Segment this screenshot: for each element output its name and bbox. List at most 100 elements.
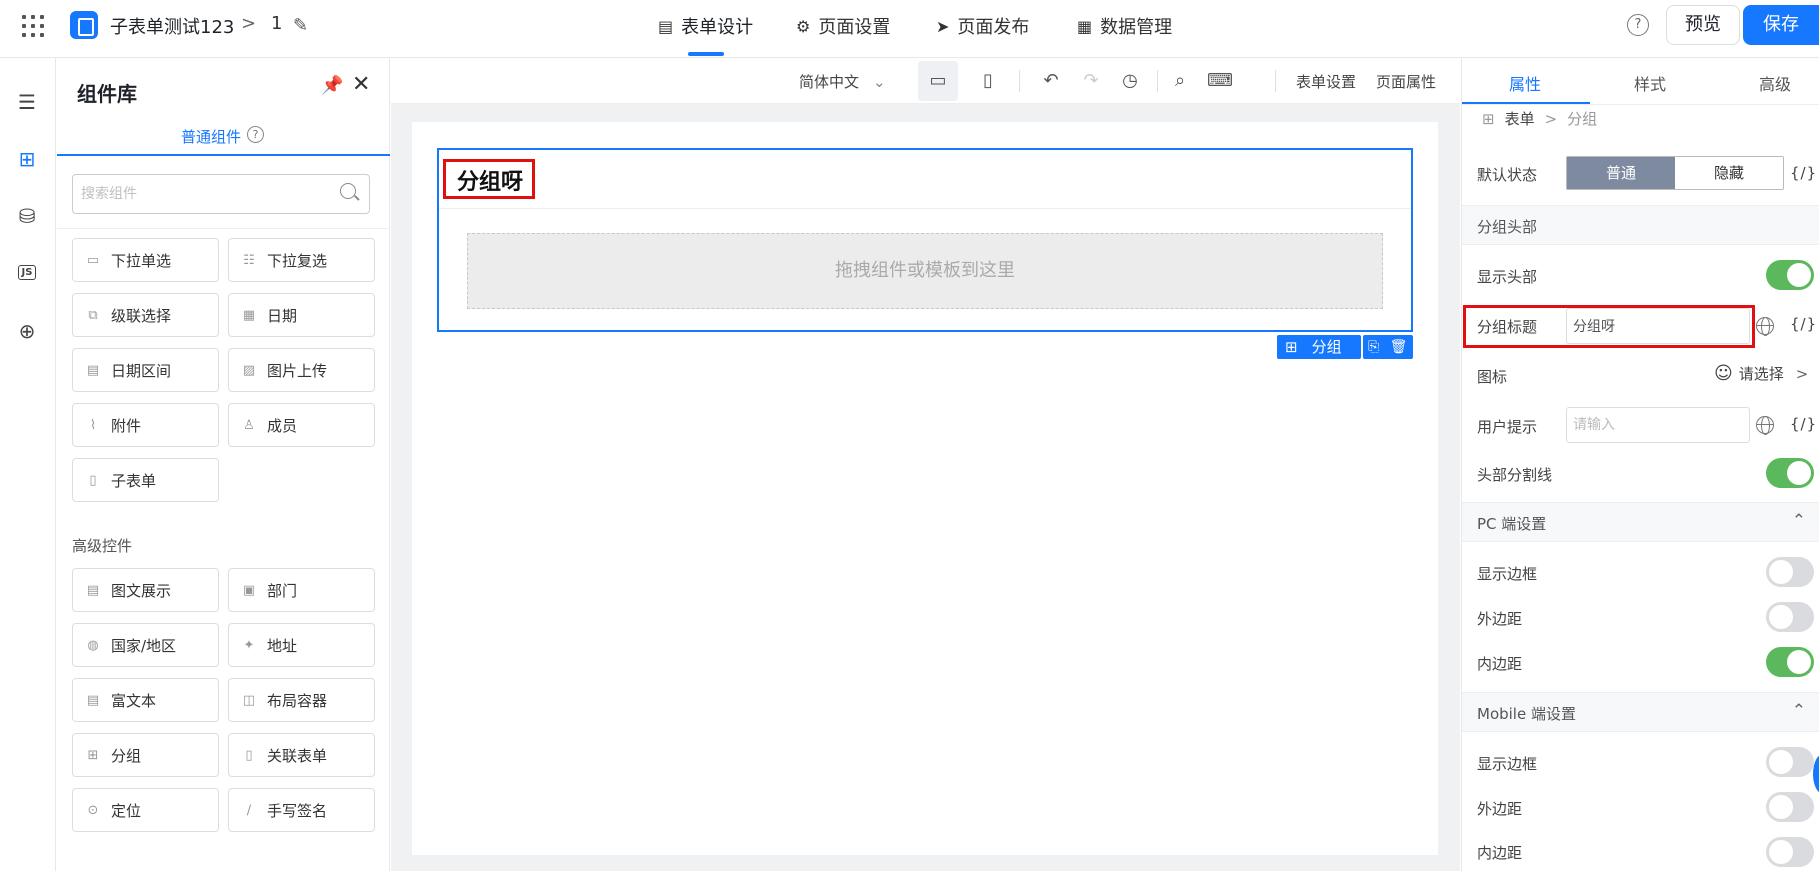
preview-button[interactable]: 预览 [1666, 5, 1740, 45]
component-attachment[interactable]: ⌇ 附件 [72, 403, 219, 447]
drop-zone[interactable]: 拖拽组件或模板到这里 [467, 233, 1383, 309]
group-icon: ⊞ [87, 747, 99, 763]
language-select[interactable]: 简体中文 ⌄ [799, 71, 886, 92]
state-hidden-option[interactable]: 隐藏 [1675, 157, 1783, 189]
component-subform[interactable]: ▯ 子表单 [72, 458, 219, 502]
mobile-border-toggle[interactable] [1766, 747, 1814, 777]
header-divider-label: 头部分割线 [1477, 466, 1553, 484]
undo-icon[interactable]: ↶ [1031, 61, 1071, 101]
page-properties-button[interactable]: 页面属性 [1376, 71, 1436, 92]
tab-page-settings[interactable]: ⚙ 页面设置 [796, 13, 890, 39]
code-binding-icon[interactable]: {/} [1790, 164, 1817, 182]
component-search-input[interactable] [72, 174, 370, 214]
components-icon[interactable]: ⊞ [12, 144, 42, 174]
globe-icon[interactable] [1756, 416, 1774, 435]
group-container[interactable]: 分组呀 拖拽组件或模板到这里 [437, 148, 1413, 332]
globe-icon[interactable] [1756, 317, 1774, 336]
help-icon[interactable]: ? [1627, 14, 1649, 36]
mobile-padding-label: 内边距 [1477, 844, 1523, 862]
js-icon[interactable]: JS [12, 258, 42, 288]
help-icon[interactable]: ? [247, 126, 264, 143]
component-linked-form[interactable]: ▯ 关联表单 [228, 733, 375, 777]
chevron-down-icon: ⌄ [873, 73, 886, 91]
highlight-box [1463, 305, 1755, 348]
component-address[interactable]: ✦ 地址 [228, 623, 375, 667]
apps-grid-icon[interactable] [22, 15, 46, 39]
tab-basic-components[interactable]: 普通组件 ? [57, 116, 390, 156]
text-block-icon: ▤ [86, 582, 100, 598]
component-dropdown-multi[interactable]: ☷ 下拉复选 [228, 238, 375, 282]
search-icon[interactable] [340, 183, 356, 199]
component-date-range[interactable]: ▤ 日期区间 [72, 348, 219, 392]
component-date[interactable]: ▦ 日期 [228, 293, 375, 337]
app-title: 子表单测试123 [110, 17, 235, 38]
delete-icon[interactable]: 🗑 [1390, 339, 1408, 355]
tab-form-design[interactable]: ▤ 表单设计 [658, 13, 753, 39]
form-settings-button[interactable]: 表单设置 [1296, 71, 1356, 92]
divider [1275, 70, 1276, 92]
component-country[interactable]: ◍ 国家/地区 [72, 623, 219, 667]
component-rich-display[interactable]: ▤ 图文展示 [72, 568, 219, 612]
mobile-view-icon[interactable]: ▯ [968, 61, 1008, 101]
globe-icon[interactable]: ⊕ [12, 316, 42, 346]
component-cascader[interactable]: ⧉ 级联选择 [72, 293, 219, 337]
desktop-view-icon[interactable]: ▭ [918, 61, 958, 101]
component-location[interactable]: ⊙ 定位 [72, 788, 219, 832]
selected-group-tag[interactable]: ⊞ 分组 [1277, 335, 1361, 359]
search-icon[interactable]: ⌕ [1160, 61, 1200, 101]
keyboard-icon[interactable]: ⌨ [1200, 61, 1240, 101]
pin-icon[interactable]: 📌 [321, 75, 343, 96]
group-actions: ⎘ 🗑 [1363, 335, 1413, 359]
advanced-controls-title: 高级控件 [72, 537, 133, 555]
outline-icon[interactable]: ☰ [12, 87, 42, 117]
save-button[interactable]: 保存 [1743, 5, 1819, 45]
component-group[interactable]: ⊞ 分组 [72, 733, 219, 777]
component-rich-text[interactable]: ▤ 富文本 [72, 678, 219, 722]
pc-margin-toggle[interactable] [1766, 602, 1814, 632]
component-dropdown-single[interactable]: ▭ 下拉单选 [72, 238, 219, 282]
section-mobile-settings[interactable]: Mobile 端设置 ⌃ [1462, 692, 1819, 732]
state-normal-option[interactable]: 普通 [1567, 157, 1675, 189]
tab-style[interactable]: 样式 [1634, 71, 1666, 95]
document-icon: ▤ [658, 16, 674, 36]
pc-border-label: 显示边框 [1477, 565, 1538, 583]
redo-icon[interactable]: ↷ [1071, 61, 1111, 101]
org-icon: ▣ [242, 582, 256, 598]
canvas-toolbar: 简体中文 ⌄ ▭ ▯ ↶ ↷ ◷ ⌕ ⌨ 表单设置 页面属性 [391, 58, 1460, 104]
icon-picker[interactable]: ☺ 请选择 > [1714, 363, 1808, 384]
tab-advanced[interactable]: 高级 [1759, 71, 1791, 95]
breadcrumb: ⊞ 表单 > 分组 [1482, 109, 1598, 129]
code-binding-icon[interactable]: {/} [1790, 415, 1817, 433]
component-signature[interactable]: ∕ 手写签名 [228, 788, 375, 832]
code-binding-icon[interactable]: {/} [1790, 315, 1817, 333]
mobile-margin-toggle[interactable] [1766, 792, 1814, 822]
show-header-toggle[interactable] [1766, 260, 1814, 290]
edit-icon[interactable]: ✎ [293, 15, 308, 36]
divider [1157, 70, 1158, 92]
header-divider-toggle[interactable] [1766, 458, 1814, 488]
tab-properties[interactable]: 属性 [1509, 71, 1541, 95]
tab-data-management[interactable]: ▦ 数据管理 [1077, 13, 1172, 39]
group-icon: ⊞ [1482, 109, 1495, 128]
section-pc-settings[interactable]: PC 端设置 ⌃ [1462, 502, 1819, 542]
component-layout[interactable]: ◫ 布局容器 [228, 678, 375, 722]
chevron-right-icon: > [241, 13, 257, 34]
pc-border-toggle[interactable] [1766, 557, 1814, 587]
datasource-icon[interactable]: ⛁ [12, 201, 42, 231]
tab-page-publish[interactable]: ➤ 页面发布 [936, 13, 1029, 39]
component-department[interactable]: ▣ 部门 [228, 568, 375, 612]
copy-icon[interactable]: ⎘ [1368, 339, 1379, 355]
gear-icon: ⚙ [796, 16, 811, 36]
close-icon[interactable]: ✕ [352, 72, 370, 97]
user-hint-input[interactable] [1566, 407, 1750, 443]
mobile-padding-toggle[interactable] [1766, 837, 1814, 867]
history-icon[interactable]: ◷ [1110, 61, 1150, 101]
pc-padding-toggle[interactable] [1766, 647, 1814, 677]
map-icon: ✦ [243, 637, 255, 653]
component-image-upload[interactable]: ▨ 图片上传 [228, 348, 375, 392]
left-nav: ☰ ⊞ ⛁ JS ⊕ [0, 58, 56, 871]
default-state-segment: 普通 隐藏 [1566, 156, 1784, 190]
chevron-up-icon: ⌃ [1791, 701, 1806, 721]
component-panel: 组件库 📌 ✕ 普通组件 ? ▭下拉单选 ☷下拉复选 ⧉级联选择 ▦日期 ▤日期… [57, 58, 390, 871]
component-member[interactable]: ♙ 成员 [228, 403, 375, 447]
